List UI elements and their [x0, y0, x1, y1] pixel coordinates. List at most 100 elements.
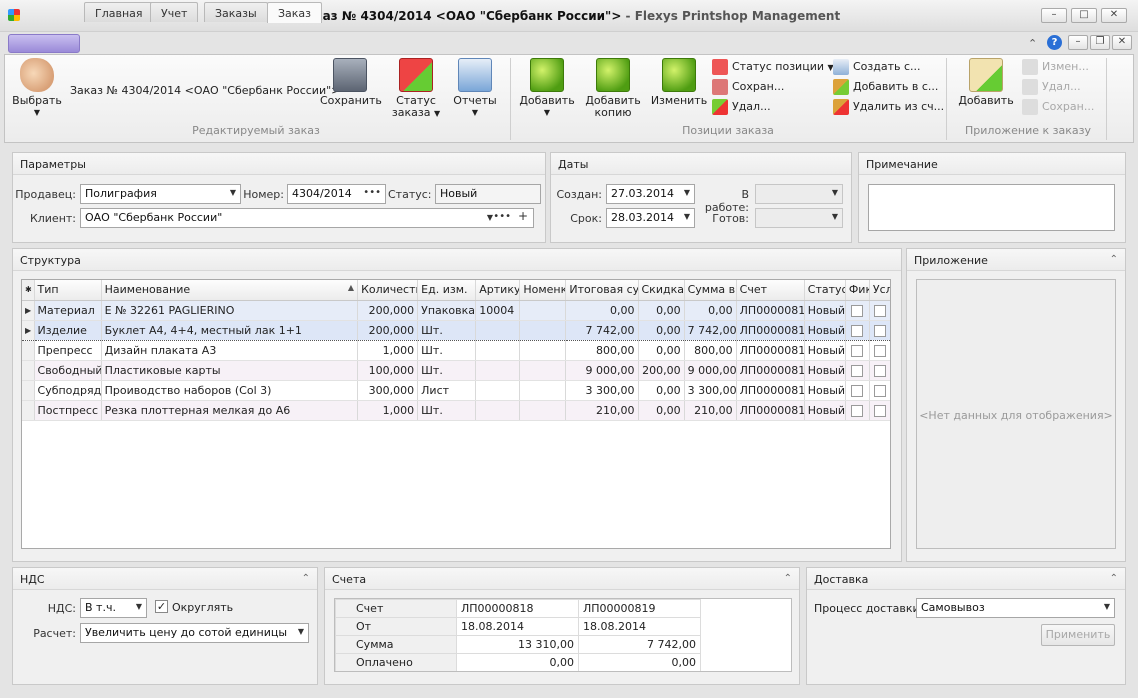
row-indicator[interactable] — [22, 340, 35, 361]
fixed-checkbox[interactable] — [851, 384, 864, 397]
column-header[interactable]: Скидка — [638, 280, 685, 301]
condition-checkbox[interactable] — [873, 384, 886, 397]
note-textarea[interactable] — [868, 184, 1115, 231]
table-cell[interactable]: Новый — [804, 319, 846, 341]
collapse-icon[interactable]: ⌃ — [1110, 254, 1118, 265]
close-button[interactable]: ✕ — [1101, 8, 1127, 23]
fixed-checkbox[interactable] — [851, 344, 864, 357]
table-cell[interactable] — [519, 380, 567, 401]
table-row[interactable]: Свободный Пластиковые карты 100,000 Шт. 9 00… — [22, 360, 890, 381]
table-cell[interactable] — [519, 319, 567, 341]
table-cell[interactable]: Резка плоттерная мелкая до А6 — [101, 400, 359, 421]
column-header[interactable]: Сумма в с — [684, 280, 737, 301]
add-item-button[interactable]: Добавить ▼ — [518, 58, 576, 119]
table-cell[interactable]: 1,000 — [357, 340, 419, 361]
table-cell[interactable] — [475, 340, 521, 361]
ellipsis-icon[interactable]: ••• — [363, 187, 381, 198]
accounts-cell[interactable]: 0,00 — [456, 653, 579, 671]
item-delete-button[interactable]: Удал... — [712, 99, 834, 119]
condition-checkbox[interactable] — [873, 404, 886, 417]
table-cell[interactable]: 0,00 — [638, 380, 685, 401]
add-to-invoice-button[interactable]: Добавить в с... — [833, 79, 944, 99]
delivery-process-select[interactable]: Самовывоз ▼ — [916, 598, 1115, 618]
table-cell[interactable]: 1,000 — [357, 400, 419, 421]
table-cell[interactable]: 200,00 — [638, 360, 685, 381]
table-cell[interactable]: ЛП00000819 — [736, 319, 805, 341]
table-cell[interactable]: Новый — [804, 340, 846, 361]
accounts-cell[interactable]: 7 742,00 — [578, 635, 701, 654]
table-row[interactable]: Постпресс Резка плоттерная мелкая до А6 1,… — [22, 400, 890, 421]
table-cell[interactable]: Шт. — [417, 340, 477, 361]
column-header[interactable]: Тип — [34, 280, 102, 301]
add-copy-button[interactable]: Добавить копию — [582, 58, 644, 119]
maximize-button[interactable]: □ — [1071, 8, 1097, 23]
chevron-down-icon[interactable]: ▼ — [487, 213, 493, 222]
help-icon[interactable]: ? — [1047, 35, 1062, 50]
table-cell[interactable]: 3 300,00 — [565, 380, 639, 401]
table-cell[interactable] — [519, 300, 567, 321]
table-cell[interactable]: 7 742,00 — [684, 319, 737, 341]
row-indicator[interactable] — [22, 380, 35, 401]
table-cell[interactable]: Шт. — [417, 400, 477, 421]
table-cell[interactable]: 100,000 — [357, 360, 419, 381]
tab-home[interactable]: Главная — [84, 2, 154, 22]
tab-accounting[interactable]: Учет — [150, 2, 199, 22]
tab-order[interactable]: Заказ — [267, 2, 323, 23]
table-cell[interactable] — [475, 380, 521, 401]
doc-close-button[interactable]: ✕ — [1112, 35, 1132, 50]
table-row[interactable]: Препресс Дизайн плаката А3 1,000 Шт. 800,00 0… — [22, 340, 890, 361]
table-row[interactable]: ▶ Изделие Буклет А4, 4+4, местный лак 1+1 2… — [22, 319, 890, 341]
collapse-ribbon-icon[interactable]: ⌃ — [1028, 37, 1037, 50]
number-field[interactable]: 4304/2014 ••• — [287, 184, 386, 204]
table-cell[interactable] — [519, 400, 567, 421]
column-header[interactable]: Фик — [845, 280, 870, 301]
save-button[interactable]: Сохранить — [320, 58, 382, 107]
table-cell[interactable]: 7 742,00 — [565, 319, 639, 341]
add-attachment-button[interactable]: Добавить — [956, 58, 1016, 107]
client-field[interactable]: ОАО "Сбербанк России" ▼ ••• + — [80, 208, 534, 228]
tab-orders[interactable]: Заказы — [204, 2, 268, 22]
fixed-checkbox[interactable] — [851, 404, 864, 417]
table-cell[interactable]: 300,000 — [357, 380, 419, 401]
table-cell[interactable]: E № 32261 PAGLIERINO — [101, 300, 359, 321]
apply-button[interactable]: Применить — [1041, 624, 1115, 646]
table-cell[interactable]: 9 000,00 — [565, 360, 639, 381]
collapse-icon[interactable]: ⌃ — [784, 573, 792, 584]
table-cell[interactable]: Материал — [34, 300, 102, 321]
calc-select[interactable]: Увеличить цену до сотой единицы ▼ — [80, 623, 309, 643]
collapse-icon[interactable]: ⌃ — [1110, 573, 1118, 584]
edit-attachment-button[interactable]: Измен... — [1022, 59, 1094, 79]
table-cell[interactable]: Дизайн плаката А3 — [101, 340, 359, 361]
fixed-checkbox[interactable] — [851, 324, 864, 337]
app-menu-button[interactable] — [8, 34, 80, 53]
column-header[interactable]: Номенкл — [519, 280, 567, 301]
condition-checkbox[interactable] — [873, 304, 886, 317]
edit-item-button[interactable]: Изменить — [650, 58, 708, 107]
table-cell[interactable] — [519, 360, 567, 381]
accounts-cell[interactable]: ЛП00000818 — [456, 599, 579, 618]
column-header[interactable]: Статус — [804, 280, 846, 301]
row-indicator[interactable] — [22, 400, 35, 421]
table-cell[interactable] — [475, 400, 521, 421]
table-cell[interactable]: ЛП00000818 — [736, 340, 805, 361]
create-from-button[interactable]: Создать с... — [833, 59, 944, 79]
table-cell[interactable]: 210,00 — [565, 400, 639, 421]
column-header[interactable]: Итоговая сум — [565, 280, 639, 301]
accounts-cell[interactable]: 18.08.2014 — [456, 617, 579, 636]
table-cell[interactable]: 0,00 — [638, 300, 685, 321]
seller-select[interactable]: Полиграфия ▼ — [80, 184, 241, 204]
accounts-cell[interactable]: 13 310,00 — [456, 635, 579, 654]
column-header[interactable]: Усл — [869, 280, 890, 301]
save-attachment-button[interactable]: Сохран... — [1022, 99, 1094, 119]
created-date-field[interactable]: 27.03.2014 ▼ — [606, 184, 695, 204]
table-cell[interactable]: Новый — [804, 380, 846, 401]
accounts-cell[interactable]: 0,00 — [578, 653, 701, 671]
add-icon[interactable]: + — [518, 209, 528, 223]
in-work-date-field[interactable]: ▼ — [755, 184, 843, 204]
table-cell[interactable]: ЛП00000818 — [736, 360, 805, 381]
table-cell[interactable]: 10004 — [475, 300, 521, 321]
table-cell[interactable]: Шт. — [417, 319, 477, 341]
table-cell[interactable]: Новый — [804, 360, 846, 381]
accounts-cell[interactable]: 18.08.2014 — [578, 617, 701, 636]
table-cell[interactable]: ЛП00000818 — [736, 400, 805, 421]
